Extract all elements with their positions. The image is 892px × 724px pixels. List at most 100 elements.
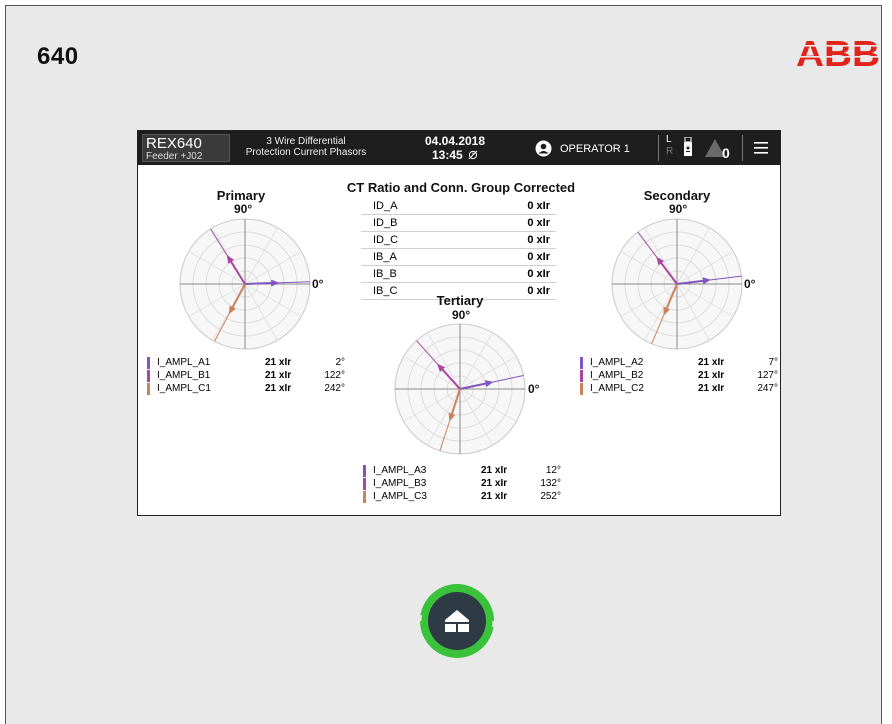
ct-ratio-value: 0 xIr <box>527 200 550 212</box>
legend-color-swatch <box>580 357 583 369</box>
ct-ratio-row: ID_B 0 xIr <box>361 215 556 232</box>
model-number: 640 <box>37 43 79 70</box>
ct-ratio-value: 0 xIr <box>527 234 550 246</box>
top-bar: REX640 Feeder +J02 3 Wire Differential P… <box>138 131 780 165</box>
legend-signal-name: I_AMPL_B2 <box>590 370 644 381</box>
device-name: REX640 <box>146 135 202 152</box>
user-icon <box>535 140 552 157</box>
ct-ratio-name: IB_B <box>373 268 397 280</box>
legend-color-swatch <box>363 465 366 477</box>
date: 04.04.2018 <box>424 134 486 148</box>
ct-ratio-name: IB_C <box>373 285 398 297</box>
legend-signal-name: I_AMPL_A1 <box>157 357 211 368</box>
legend-angle: 2° <box>335 357 345 368</box>
ct-ratio-table: ID_A 0 xIr ID_B 0 xIr ID_C 0 xIr IB_A 0 xIr IB_B… <box>361 198 556 300</box>
primary-0-label: 0° <box>312 277 324 291</box>
legend-color-swatch <box>580 383 583 395</box>
alarm-indicator[interactable]: 0 <box>700 136 740 162</box>
legend-magnitude: 21 xIr <box>265 357 292 368</box>
tertiary-phasor-diagram <box>394 323 526 455</box>
legend-color-swatch <box>147 357 150 369</box>
page-title-line2: Protection Current Phasors <box>245 147 367 158</box>
operator-button[interactable]: OPERATOR 1 <box>535 140 655 158</box>
ct-ratio-name: IB_A <box>373 251 397 263</box>
divider <box>658 135 659 161</box>
ct-ratio-value: 0 xIr <box>527 285 550 297</box>
tertiary-90-label: 90° <box>452 308 471 322</box>
divider <box>742 135 743 161</box>
page-title-line1: 3 Wire Differential <box>266 136 346 147</box>
legend-item: I_AMPL_A2 21 xIr 7° <box>580 356 780 369</box>
ct-ratio-name: ID_A <box>373 200 398 212</box>
ct-ratio-value: 0 xIr <box>527 217 550 229</box>
feeder-label: Feeder +J02 <box>146 151 203 162</box>
time: 13:45 <box>431 148 463 162</box>
legend-angle: 247° <box>757 383 778 394</box>
hamburger-menu-icon[interactable] <box>750 137 772 159</box>
legend-angle: 132° <box>540 478 561 489</box>
legend-magnitude: 21 xIr <box>481 465 508 476</box>
tertiary-0-label: 0° <box>528 382 540 396</box>
legend-signal-name: I_AMPL_A2 <box>590 357 644 368</box>
secondary-legend: I_AMPL_A2 21 xIr 7° I_AMPL_B2 21 xIr 127° I_AM… <box>580 356 780 395</box>
device-selector[interactable]: REX640 Feeder +J02 <box>142 134 230 162</box>
legend-color-swatch <box>580 370 583 382</box>
legend-item: I_AMPL_C1 21 xIr 242° <box>147 382 347 395</box>
legend-angle: 7° <box>768 357 778 368</box>
legend-magnitude: 21 xIr <box>698 383 725 394</box>
secondary-label: Secondary <box>643 188 711 203</box>
primary-90-label: 90° <box>234 202 253 216</box>
legend-item: I_AMPL_B1 21 xIr 122° <box>147 369 347 382</box>
legend-magnitude: 21 xIr <box>265 370 292 381</box>
legend-signal-name: I_AMPL_C3 <box>373 491 427 502</box>
remote-label: R <box>666 146 674 157</box>
legend-magnitude: 21 xIr <box>265 383 292 394</box>
legend-magnitude: 21 xIr <box>698 370 725 381</box>
legend-signal-name: I_AMPL_B3 <box>373 478 427 489</box>
legend-magnitude: 21 xIr <box>481 478 508 489</box>
legend-item: I_AMPL_A3 21 xIr 12° <box>363 464 563 477</box>
ct-ratio-name: ID_B <box>373 217 398 229</box>
secondary-0-label: 0° <box>744 277 756 291</box>
svg-text:ABB: ABB <box>796 36 880 68</box>
legend-item: I_AMPL_A1 21 xIr 2° <box>147 356 347 369</box>
secondary-phasor-diagram <box>611 218 743 350</box>
legend-item: I_AMPL_C3 21 xIr 252° <box>363 490 563 503</box>
home-button[interactable] <box>418 582 496 660</box>
page-title: 3 Wire Differential Protection Current P… <box>234 136 378 158</box>
legend-magnitude: 21 xIr <box>481 491 508 502</box>
primary-phasor-diagram <box>179 218 311 350</box>
legend-angle: 242° <box>324 383 345 394</box>
legend-color-swatch <box>147 383 150 395</box>
ct-ratio-name: ID_C <box>373 234 399 246</box>
primary-legend: I_AMPL_A1 21 xIr 2° I_AMPL_B1 21 xIr 122° I_AM… <box>147 356 347 395</box>
hmi-screen: REX640 Feeder +J02 3 Wire Differential P… <box>137 130 781 516</box>
legend-magnitude: 21 xIr <box>698 357 725 368</box>
legend-angle: 12° <box>545 465 561 476</box>
secondary-90-label: 90° <box>669 202 688 216</box>
ct-ratio-row: ID_A 0 xIr <box>361 198 556 215</box>
primary-label: Primary <box>216 188 266 203</box>
date-time: 04.04.2018 13:45 <box>410 134 500 162</box>
legend-angle: 252° <box>540 491 561 502</box>
usb-icon <box>684 137 692 156</box>
tertiary-label: Tertiary <box>436 293 484 308</box>
ct-ratio-title: CT Ratio and Conn. Group Corrected <box>346 180 576 195</box>
legend-signal-name: I_AMPL_B1 <box>157 370 211 381</box>
abb-logo: ABB <box>796 36 881 68</box>
ct-ratio-row: IB_B 0 xIr <box>361 266 556 283</box>
operator-name: OPERATOR 1 <box>560 143 630 155</box>
legend-item: I_AMPL_C2 21 xIr 247° <box>580 382 780 395</box>
ct-ratio-value: 0 xIr <box>527 268 550 280</box>
legend-angle: 122° <box>324 370 345 381</box>
legend-color-swatch <box>147 370 150 382</box>
legend-signal-name: I_AMPL_C2 <box>590 383 644 394</box>
ct-ratio-row: ID_C 0 xIr <box>361 232 556 249</box>
time-row: 13:45 <box>410 148 500 162</box>
legend-item: I_AMPL_B2 21 xIr 127° <box>580 369 780 382</box>
ct-ratio-row: IB_A 0 xIr <box>361 249 556 266</box>
legend-item: I_AMPL_B3 21 xIr 132° <box>363 477 563 490</box>
local-label: L <box>666 134 672 145</box>
legend-angle: 127° <box>757 370 778 381</box>
clock-sync-icon <box>468 150 478 160</box>
